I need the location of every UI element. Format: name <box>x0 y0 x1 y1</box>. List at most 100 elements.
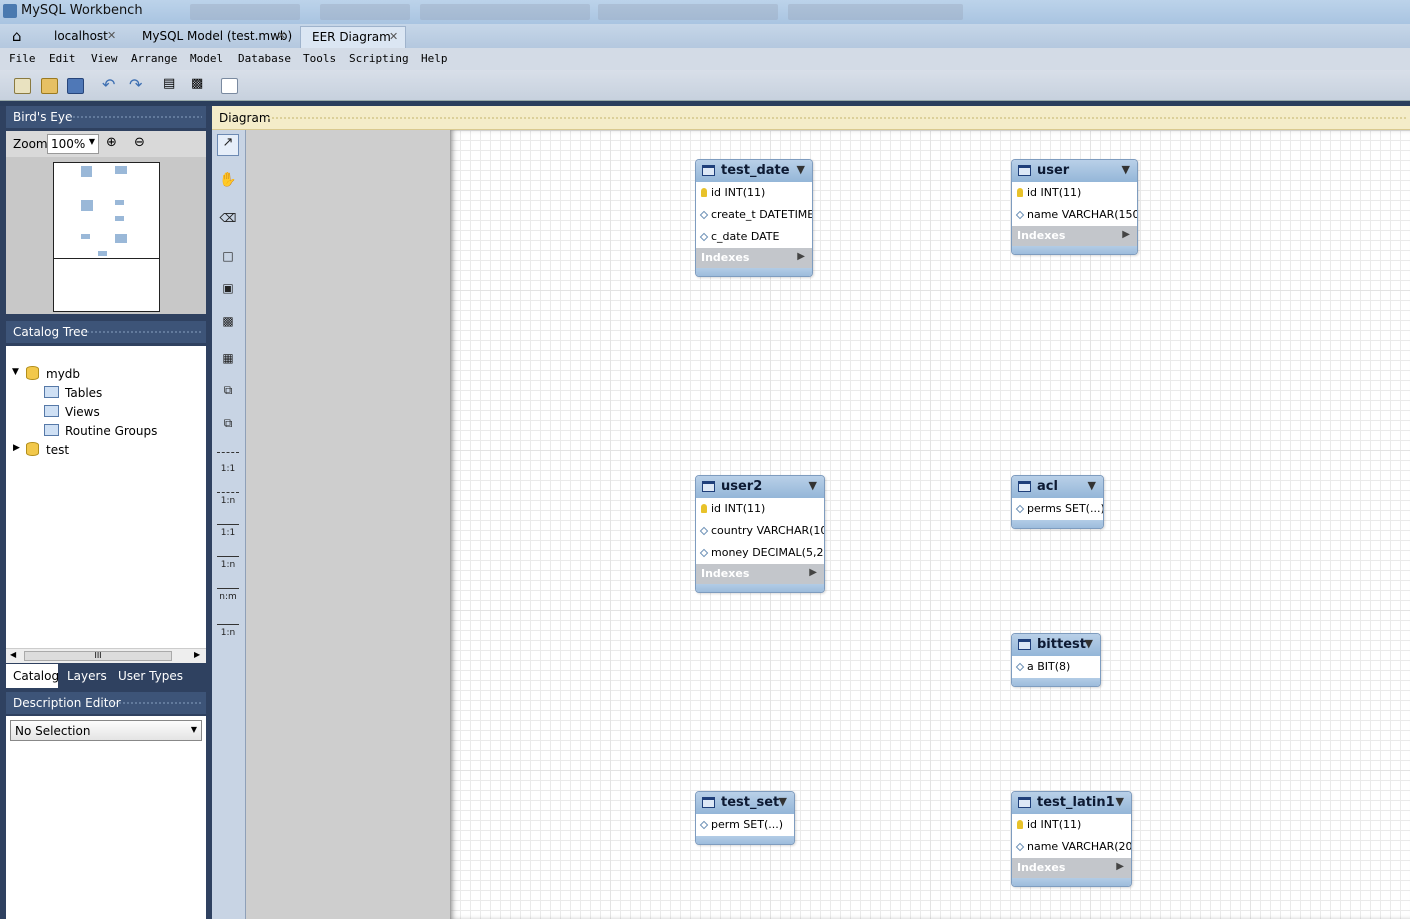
table-header[interactable]: acl ▼ <box>1012 476 1103 498</box>
menu-arrange[interactable]: Arrange <box>131 52 177 65</box>
image-tool-icon[interactable]: ▩ <box>217 314 239 336</box>
table-user2[interactable]: user2 ▼ id INT(11) country VARCHAR(10) money… <box>695 475 825 593</box>
selection-dropdown[interactable]: No Selection ▼ <box>10 720 202 741</box>
table-header[interactable]: test_set ▼ <box>696 792 794 814</box>
close-icon[interactable]: ✕ <box>389 30 398 43</box>
indexes-section[interactable]: Indexes ▶ <box>696 248 812 268</box>
diagram-overview[interactable] <box>53 162 160 312</box>
open-folder-icon[interactable] <box>41 78 58 94</box>
collapse-arrow-icon[interactable]: ▼ <box>1085 637 1093 650</box>
tree-item-tables[interactable]: Tables <box>65 386 102 400</box>
close-icon[interactable]: ✕ <box>277 29 286 42</box>
menu-scripting[interactable]: Scripting <box>349 52 409 65</box>
note-tool-icon[interactable]: ▣ <box>217 281 239 303</box>
tab-localhost[interactable]: localhost ✕ <box>54 26 116 48</box>
home-icon[interactable]: ⌂ <box>12 27 22 45</box>
tab-user-types[interactable]: User Types <box>118 669 183 683</box>
pointer-tool-icon[interactable]: ↗ <box>217 134 239 156</box>
expand-arrow-icon[interactable]: ▶ <box>797 251 805 262</box>
zoom-out-icon[interactable]: ⊖ <box>134 135 145 150</box>
toggle-grid-icon[interactable]: ▤ <box>163 76 175 91</box>
table-column[interactable]: money DECIMAL(5,2) <box>696 542 824 564</box>
table-header[interactable]: bittest ▼ <box>1012 634 1100 656</box>
menu-model[interactable]: Model <box>190 52 223 65</box>
table-column[interactable]: id INT(11) <box>1012 814 1131 836</box>
tree-item-test[interactable]: test <box>46 443 69 457</box>
redo-icon[interactable]: ↷ <box>129 75 142 94</box>
table-column[interactable]: a BIT(8) <box>1012 656 1100 678</box>
diagram-canvas[interactable] <box>450 130 1410 919</box>
rel-1-n-existing-columns[interactable]: 1:n <box>217 628 239 650</box>
expand-arrow-icon[interactable]: ▶ <box>1122 229 1130 240</box>
table-user[interactable]: user ▼ id INT(11) name VARCHAR(150) Indexes ▶ <box>1011 159 1138 255</box>
save-icon[interactable] <box>67 78 84 94</box>
collapse-arrow-icon[interactable]: ▼ <box>1122 163 1130 176</box>
rel-n-m[interactable]: n:m <box>217 592 239 614</box>
menu-help[interactable]: Help <box>421 52 448 65</box>
table-header[interactable]: user2 ▼ <box>696 476 824 498</box>
table-column[interactable]: create_t DATETIME <box>696 204 812 226</box>
undo-icon[interactable]: ↶ <box>102 75 115 94</box>
collapse-arrow-icon[interactable]: ▼ <box>809 479 817 492</box>
rel-1-1-identifying[interactable]: 1:1 <box>217 464 239 486</box>
close-icon[interactable]: ✕ <box>107 29 116 42</box>
rel-1-n-identifying[interactable]: 1:n <box>217 496 239 518</box>
collapse-arrow-icon[interactable]: ▼ <box>779 795 787 808</box>
view-tool-icon[interactable]: ⧉ <box>217 383 239 405</box>
table-column[interactable]: name VARCHAR(150) <box>1012 204 1137 226</box>
tab-catalog[interactable]: Catalog <box>6 664 59 688</box>
table-test_set[interactable]: test_set ▼ perm SET(...) <box>695 791 795 845</box>
menu-database[interactable]: Database <box>238 52 291 65</box>
collapse-arrow-icon[interactable]: ▼ <box>1088 479 1096 492</box>
align-grid-icon[interactable]: ▩ <box>191 76 203 91</box>
indexes-section[interactable]: Indexes ▶ <box>696 564 824 584</box>
tab-mysql-model[interactable]: MySQL Model (test.mwb) ✕ <box>142 26 292 48</box>
tree-item-routine-groups[interactable]: Routine Groups <box>65 424 157 438</box>
tree-item-views[interactable]: Views <box>65 405 100 419</box>
scroll-right-icon[interactable]: ▶ <box>194 650 200 659</box>
routine-group-tool-icon[interactable]: ⧉ <box>217 416 239 438</box>
table-column[interactable]: country VARCHAR(10) <box>696 520 824 542</box>
tab-eer-diagram[interactable]: EER Diagram ✕ <box>300 26 406 48</box>
collapsed-arrow-icon[interactable]: ▶ <box>13 443 20 453</box>
zoom-in-icon[interactable]: ⊕ <box>106 135 117 150</box>
table-test_date[interactable]: test_date ▼ id INT(11) create_t DATETIME c_d… <box>695 159 813 277</box>
tree-item-mydb[interactable]: mydb <box>46 367 80 381</box>
layer-tool-icon[interactable]: □ <box>217 249 239 271</box>
expanded-arrow-icon[interactable]: ▼ <box>12 367 19 377</box>
new-model-icon[interactable] <box>14 78 31 94</box>
rel-1-n-non-identifying[interactable]: 1:n <box>217 560 239 582</box>
table-header[interactable]: test_date ▼ <box>696 160 812 182</box>
new-diagram-icon[interactable] <box>221 78 238 94</box>
indexes-section[interactable]: Indexes ▶ <box>1012 858 1131 878</box>
table-header[interactable]: test_latin1 ▼ <box>1012 792 1131 814</box>
table-tool-icon[interactable]: ▦ <box>217 351 239 373</box>
table-column[interactable]: id INT(11) <box>696 498 824 520</box>
collapse-arrow-icon[interactable]: ▼ <box>1116 795 1124 808</box>
hand-tool-icon[interactable]: ✋ <box>217 172 239 194</box>
table-column[interactable]: id INT(11) <box>696 182 812 204</box>
table-acl[interactable]: acl ▼ perms SET(...) <box>1011 475 1104 529</box>
menu-file[interactable]: File <box>9 52 36 65</box>
table-column[interactable]: perm SET(...) <box>696 814 794 836</box>
description-text-area[interactable] <box>6 746 206 919</box>
eraser-tool-icon[interactable]: ⌫ <box>217 211 239 233</box>
expand-arrow-icon[interactable]: ▶ <box>1116 861 1124 872</box>
menu-view[interactable]: View <box>91 52 118 65</box>
table-header[interactable]: user ▼ <box>1012 160 1137 182</box>
rel-1-1-non-identifying[interactable]: 1:1 <box>217 528 239 550</box>
table-column[interactable]: id INT(11) <box>1012 182 1137 204</box>
horizontal-scrollbar[interactable]: ◀ III ▶ <box>6 648 206 663</box>
scrollbar-thumb[interactable]: III <box>24 651 172 661</box>
indexes-section[interactable]: Indexes ▶ <box>1012 226 1137 246</box>
collapse-arrow-icon[interactable]: ▼ <box>797 163 805 176</box>
table-column[interactable]: name VARCHAR(20) <box>1012 836 1131 858</box>
zoom-select[interactable]: 100% ▼ <box>47 134 99 154</box>
table-bittest[interactable]: bittest ▼ a BIT(8) <box>1011 633 1101 687</box>
expand-arrow-icon[interactable]: ▶ <box>809 567 817 578</box>
table-test_latin1[interactable]: test_latin1 ▼ id INT(11) name VARCHAR(20) In… <box>1011 791 1132 887</box>
menu-tools[interactable]: Tools <box>303 52 336 65</box>
table-column[interactable]: perms SET(...) <box>1012 498 1103 520</box>
table-column[interactable]: c_date DATE <box>696 226 812 248</box>
tab-layers[interactable]: Layers <box>67 669 107 683</box>
